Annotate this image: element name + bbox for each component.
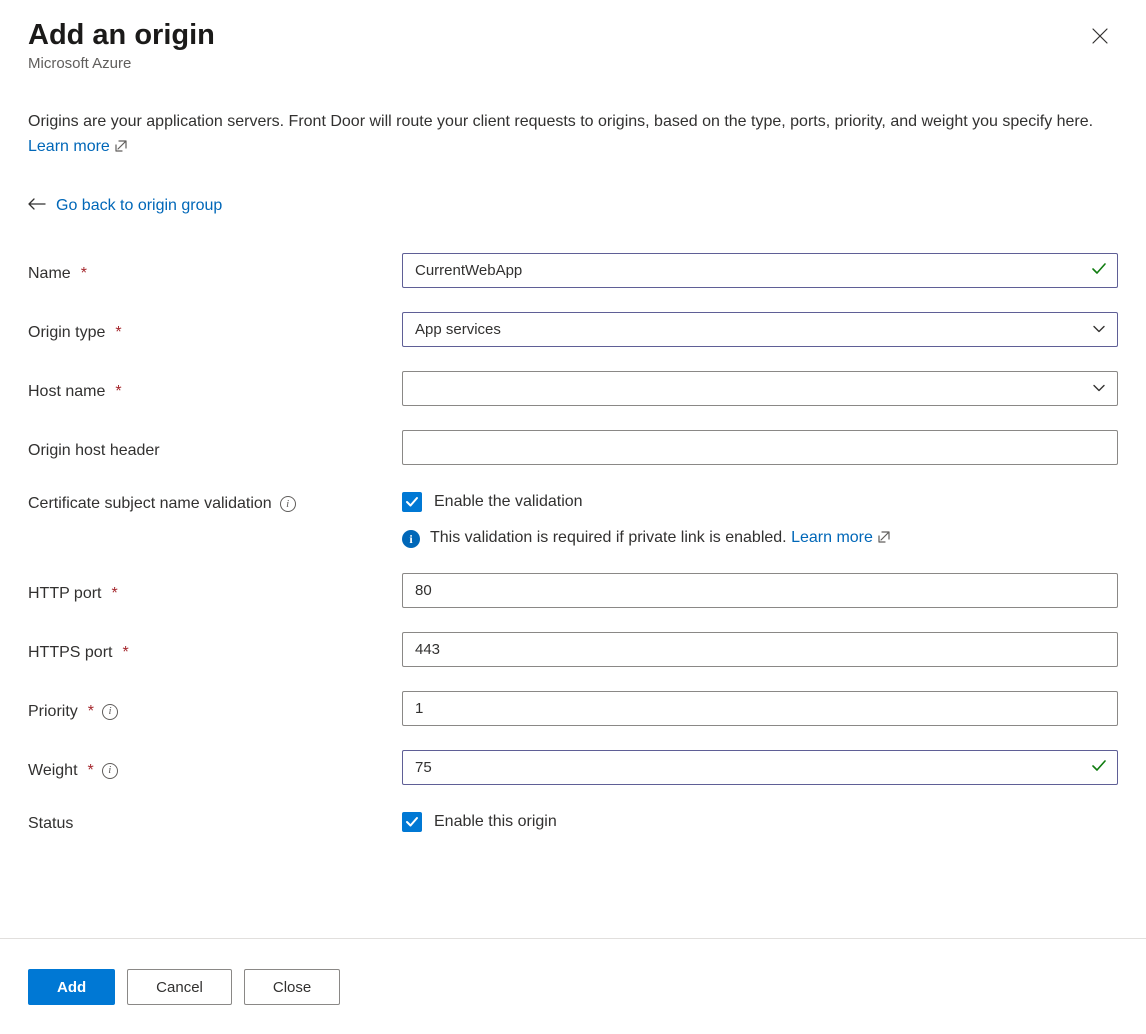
required-asterisk: *	[115, 324, 121, 342]
origin-type-select[interactable]: App services	[402, 312, 1118, 347]
enable-validation-label: Enable the validation	[434, 493, 583, 511]
required-asterisk: *	[112, 585, 118, 603]
enable-origin-checkbox[interactable]	[402, 812, 422, 832]
http-port-input[interactable]	[402, 573, 1118, 608]
enable-origin-label: Enable this origin	[434, 813, 557, 831]
host-name-select[interactable]	[402, 371, 1118, 406]
description-text: Origins are your application servers. Fr…	[28, 110, 1118, 162]
required-asterisk: *	[115, 383, 121, 401]
name-input[interactable]	[402, 253, 1118, 288]
cancel-button[interactable]: Cancel	[127, 969, 232, 1005]
page-subtitle: Microsoft Azure	[28, 55, 1118, 72]
add-button[interactable]: Add	[28, 969, 115, 1005]
description-body: Origins are your application servers. Fr…	[28, 113, 1093, 130]
name-label: Name*	[28, 253, 402, 288]
external-link-icon	[114, 137, 128, 162]
validation-learn-more-link[interactable]: Learn more	[791, 529, 891, 546]
add-origin-panel: Add an origin Microsoft Azure Origins ar…	[0, 0, 1146, 938]
origin-type-label: Origin type*	[28, 312, 402, 347]
https-port-input[interactable]	[402, 632, 1118, 667]
description-learn-more-link[interactable]: Learn more	[28, 138, 128, 155]
required-asterisk: *	[88, 703, 94, 721]
http-port-label: HTTP port*	[28, 573, 402, 608]
priority-input[interactable]	[402, 691, 1118, 726]
info-icon[interactable]: i	[280, 496, 296, 512]
origin-type-value: App services	[415, 321, 501, 338]
weight-label: Weight* i	[28, 750, 402, 785]
info-icon[interactable]: i	[102, 763, 118, 779]
info-icon[interactable]: i	[102, 704, 118, 720]
status-label: Status	[28, 809, 402, 833]
validation-info-text: This validation is required if private l…	[430, 529, 791, 546]
https-port-label: HTTPS port*	[28, 632, 402, 667]
cert-validation-label: Certificate subject name validation i	[28, 489, 402, 513]
priority-label: Priority* i	[28, 691, 402, 726]
enable-validation-checkbox[interactable]	[402, 492, 422, 512]
weight-input[interactable]	[402, 750, 1118, 785]
info-circle-icon: i	[402, 530, 420, 548]
required-asterisk: *	[122, 644, 128, 662]
close-icon[interactable]	[1086, 22, 1114, 50]
arrow-left-icon	[28, 197, 46, 215]
host-name-label: Host name*	[28, 371, 402, 406]
external-link-icon	[877, 530, 891, 549]
required-asterisk: *	[88, 762, 94, 780]
origin-host-header-label: Origin host header	[28, 430, 402, 465]
back-to-origin-group-link[interactable]: Go back to origin group	[56, 197, 222, 215]
page-title: Add an origin	[28, 18, 1118, 53]
footer-bar: Add Cancel Close	[0, 938, 1146, 1034]
origin-host-header-input[interactable]	[402, 430, 1118, 465]
close-button[interactable]: Close	[244, 969, 340, 1005]
required-asterisk: *	[81, 265, 87, 283]
